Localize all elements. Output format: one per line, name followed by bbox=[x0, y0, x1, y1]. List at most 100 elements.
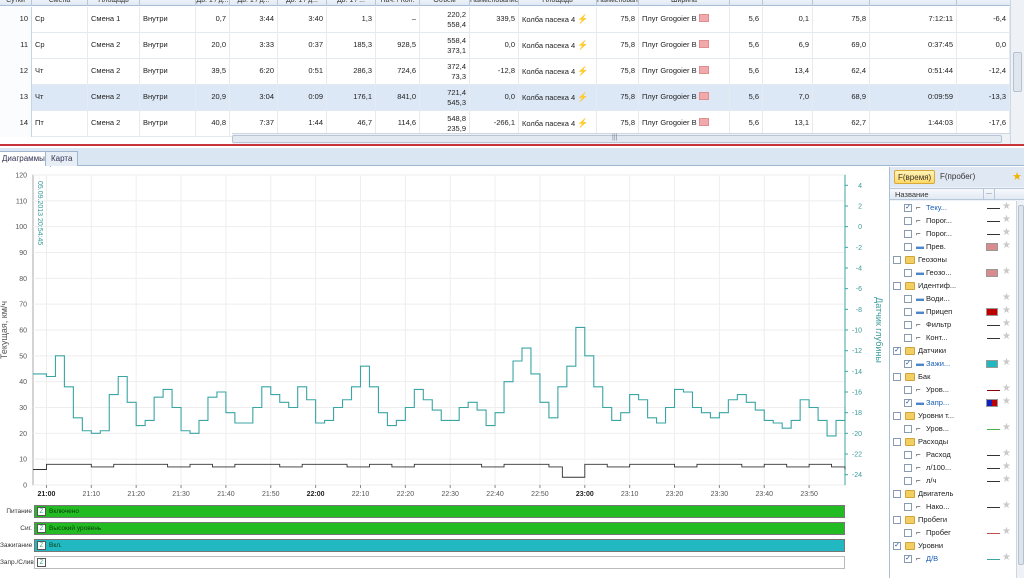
tree-item-checkbox[interactable] bbox=[893, 373, 901, 381]
tab-diagrams[interactable]: Диаграммы bbox=[0, 151, 51, 167]
band-edit-icon[interactable]: Z bbox=[37, 524, 46, 533]
tree-item-checkbox[interactable] bbox=[893, 438, 901, 446]
favorite-star-icon[interactable]: ★ bbox=[1002, 422, 1011, 434]
state-band[interactable]: Z Высокий уровень bbox=[34, 522, 845, 535]
tab-f-run[interactable]: F(пробег) bbox=[937, 170, 978, 184]
favorite-star-icon[interactable]: ★ bbox=[1002, 500, 1011, 512]
tree-item-checkbox[interactable] bbox=[904, 503, 912, 511]
tree-item[interactable]: Бак bbox=[890, 371, 1016, 384]
series-line-sample[interactable] bbox=[987, 468, 1000, 469]
series-line-sample[interactable] bbox=[987, 325, 1000, 326]
tree-item[interactable]: ✓ Уровни bbox=[890, 540, 1016, 553]
favorite-star-icon[interactable]: ★ bbox=[1002, 474, 1011, 486]
tree-item-checkbox[interactable] bbox=[904, 386, 912, 394]
tree-scrollbar-thumb[interactable] bbox=[1018, 205, 1024, 565]
tree-item[interactable]: Геозоны bbox=[890, 254, 1016, 267]
tree-item-checkbox[interactable] bbox=[904, 295, 912, 303]
tree-item-checkbox[interactable] bbox=[904, 529, 912, 537]
favorite-star-icon[interactable]: ★ bbox=[1002, 240, 1011, 252]
favorite-star-icon[interactable]: ★ bbox=[1002, 201, 1011, 213]
favorite-star-icon[interactable]: ★ bbox=[1002, 357, 1011, 369]
series-color-swatch[interactable] bbox=[986, 269, 998, 277]
tree-item[interactable]: Расходы bbox=[890, 436, 1016, 449]
tree-item[interactable]: Идентиф... bbox=[890, 280, 1016, 293]
tree-item[interactable]: ▬ Прев. ★ bbox=[890, 240, 1016, 254]
tree-item-checkbox[interactable]: ✓ bbox=[904, 360, 912, 368]
tree-item-checkbox[interactable] bbox=[904, 308, 912, 316]
tree-item-checkbox[interactable] bbox=[904, 477, 912, 485]
series-line-sample[interactable] bbox=[987, 234, 1000, 235]
grid-header-cell[interactable]: Сутки bbox=[0, 0, 32, 6]
table-row[interactable]: 12 Чт Смена 2 Внутри 39,5 6:20 0:51 286,3 724,6 3… bbox=[0, 59, 1010, 85]
tree-item-checkbox[interactable]: ✓ bbox=[904, 555, 912, 563]
tree-item-checkbox[interactable] bbox=[904, 464, 912, 472]
tree-item[interactable]: ✓ ⌐ Д/В ★ bbox=[890, 552, 1016, 566]
band-edit-icon[interactable]: Z bbox=[37, 558, 46, 567]
tree-item-checkbox[interactable]: ✓ bbox=[904, 204, 912, 212]
table-row[interactable]: 11 Ср Смена 2 Внутри 20,0 3:33 0:37 185,3 928,5 5… bbox=[0, 33, 1010, 59]
tree-item-checkbox[interactable] bbox=[893, 516, 901, 524]
state-band[interactable]: Z Вкл. bbox=[34, 539, 845, 552]
grid-header-cell[interactable]: Площадь bbox=[88, 0, 140, 6]
tree-item-checkbox[interactable]: ✓ bbox=[904, 399, 912, 407]
series-color-swatch[interactable] bbox=[986, 360, 998, 368]
tree-item[interactable]: ⌐ Порог... ★ bbox=[890, 214, 1016, 228]
tree-item[interactable]: ⌐ Порог... ★ bbox=[890, 227, 1016, 241]
vertical-scrollbar[interactable] bbox=[1010, 0, 1024, 144]
grid-header-cell[interactable] bbox=[870, 0, 957, 6]
horizontal-scrollbar[interactable]: ||| bbox=[232, 133, 1010, 144]
tree-item-checkbox[interactable]: ✓ bbox=[893, 542, 901, 550]
tree-item[interactable]: ⌐ Нако... ★ bbox=[890, 500, 1016, 514]
tree-item-checkbox[interactable] bbox=[893, 256, 901, 264]
tree-scrollbar[interactable] bbox=[1016, 201, 1024, 578]
favorite-star-icon[interactable]: ★ bbox=[1002, 227, 1011, 239]
band-edit-icon[interactable]: Z bbox=[37, 507, 46, 516]
tab-map[interactable]: Карта bbox=[45, 151, 79, 166]
favorites-star-icon[interactable]: ★ bbox=[1012, 170, 1022, 183]
favorite-star-icon[interactable]: ★ bbox=[1002, 461, 1011, 473]
tree-item[interactable]: ⌐ л/ч ★ bbox=[890, 474, 1016, 488]
favorite-star-icon[interactable]: ★ bbox=[1002, 526, 1011, 538]
chart-area[interactable]: 0 10 20 30 40 50 60 70 80 90 100 110 120 4 2 0 -2 -4 -6 -8-… bbox=[0, 167, 888, 578]
series-line-sample[interactable] bbox=[987, 481, 1000, 482]
series-line-sample[interactable] bbox=[987, 390, 1000, 391]
grid-header-cell[interactable]: Нач. / Кон. bbox=[376, 0, 420, 6]
tree-item-checkbox[interactable] bbox=[904, 217, 912, 225]
grid-header-cell[interactable]: Площадь bbox=[519, 0, 597, 6]
tree-item[interactable]: ⌐ л/100... ★ bbox=[890, 461, 1016, 475]
tree-item[interactable]: ✓ ▬ Зажи... ★ bbox=[890, 357, 1016, 371]
tree-item-checkbox[interactable] bbox=[904, 425, 912, 433]
favorite-star-icon[interactable]: ★ bbox=[1002, 383, 1011, 395]
grid-header-cell[interactable]: Дв. 1 / ... bbox=[327, 0, 376, 6]
favorite-star-icon[interactable]: ★ bbox=[1002, 214, 1011, 226]
favorite-star-icon[interactable]: ★ bbox=[1002, 552, 1011, 564]
favorite-star-icon[interactable]: ★ bbox=[1002, 331, 1011, 343]
favorite-star-icon[interactable]: ★ bbox=[1002, 448, 1011, 460]
table-row[interactable]: 13 Чт Смена 2 Внутри 20,9 3:04 0:09 176,1 841,0 7… bbox=[0, 85, 1010, 111]
tree-item[interactable]: ✓ Датчики bbox=[890, 345, 1016, 358]
grid-header-cell[interactable]: Смена bbox=[32, 0, 88, 6]
tree-item[interactable]: ✓ ▬ Запр... ★ bbox=[890, 396, 1016, 410]
tree-item-checkbox[interactable] bbox=[904, 451, 912, 459]
grid-header-cell[interactable]: Дв. 1 / д... bbox=[196, 0, 230, 6]
favorite-star-icon[interactable]: ★ bbox=[1002, 396, 1011, 408]
grid-header-cell[interactable]: Объем bbox=[420, 0, 470, 6]
series-line-sample[interactable] bbox=[987, 208, 1000, 209]
tree-item[interactable]: ⌐ Фильтр ★ bbox=[890, 318, 1016, 332]
tree-item[interactable]: ⌐ Пробег ★ bbox=[890, 526, 1016, 540]
tree-item[interactable]: ▬ Геозо... ★ bbox=[890, 266, 1016, 280]
vertical-scrollbar-thumb[interactable] bbox=[1013, 52, 1022, 92]
tree-item-checkbox[interactable] bbox=[904, 230, 912, 238]
grid-header-cell[interactable]: Наименование bbox=[597, 0, 639, 6]
series-line-sample[interactable] bbox=[987, 429, 1000, 430]
favorite-star-icon[interactable]: ★ bbox=[1002, 318, 1011, 330]
favorite-star-icon[interactable]: ★ bbox=[1002, 305, 1011, 317]
tree-item-checkbox[interactable] bbox=[904, 334, 912, 342]
tree-item-checkbox[interactable] bbox=[904, 321, 912, 329]
grid-header-cell[interactable]: Дв. 1 / д... bbox=[230, 0, 278, 6]
tree-item-checkbox[interactable] bbox=[893, 412, 901, 420]
grid-header-cell[interactable]: Дв. 1 / д... bbox=[278, 0, 327, 6]
tree-item-checkbox[interactable] bbox=[893, 490, 901, 498]
grid-header-cell[interactable]: Наименование bbox=[470, 0, 519, 6]
table-row[interactable]: 10 Ср Смена 1 Внутри 0,7 3:44 3:40 1,3–220,2 558… bbox=[0, 7, 1010, 33]
